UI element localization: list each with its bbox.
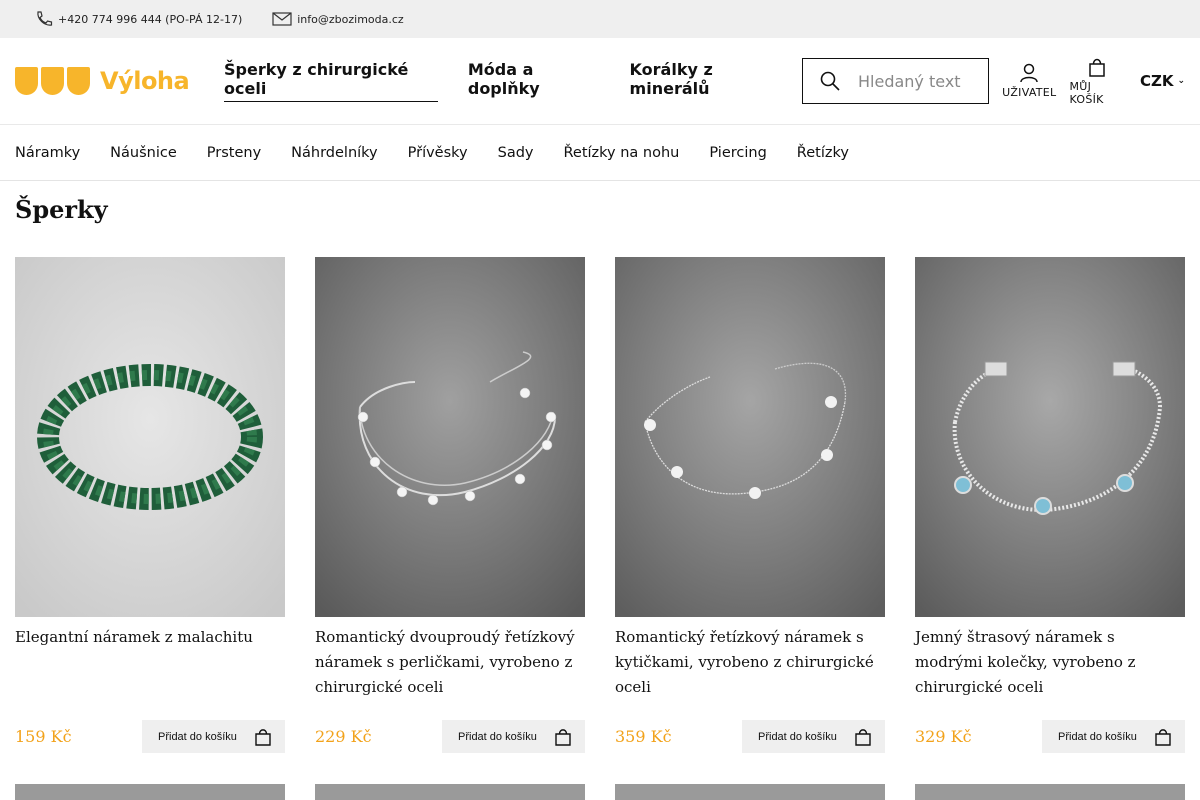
product-image[interactable] bbox=[15, 257, 285, 617]
product-name[interactable]: Romantický dvouproudý řetízkový náramek … bbox=[315, 625, 585, 709]
add-to-cart-button[interactable]: Přidat do košíku bbox=[742, 720, 885, 753]
user-button[interactable]: UŽIVATEL bbox=[1002, 63, 1056, 99]
currency-selector[interactable]: CZK ⌄ bbox=[1140, 72, 1185, 90]
subnav-item-chains[interactable]: Řetízky bbox=[797, 145, 849, 161]
add-to-cart-label: Přidat do košíku bbox=[1058, 730, 1137, 743]
product-card: Romantický řetízkový náramek s kytičkami… bbox=[615, 257, 885, 753]
product-name[interactable]: Elegantní náramek z malachitu bbox=[15, 625, 285, 709]
nav-item-beads[interactable]: Korálky z minerálů bbox=[630, 60, 785, 102]
phone-icon bbox=[37, 11, 53, 26]
product-image[interactable] bbox=[915, 784, 1185, 800]
add-to-cart-label: Přidat do košíku bbox=[158, 730, 237, 743]
add-to-cart-button[interactable]: Přidat do košíku bbox=[142, 720, 285, 753]
cart-button[interactable]: MŮJ KOŠÍK bbox=[1069, 57, 1124, 106]
mail-icon bbox=[272, 12, 292, 26]
logo-mark bbox=[15, 67, 90, 95]
bag-icon bbox=[1155, 728, 1171, 746]
search-input[interactable] bbox=[858, 71, 978, 91]
add-to-cart-button[interactable]: Přidat do košíku bbox=[442, 720, 585, 753]
subnav-item-pendants[interactable]: Přívěsky bbox=[408, 145, 468, 161]
phone-text: +420 774 996 444 (PO-PÁ 12-17) bbox=[58, 12, 243, 26]
product-name[interactable]: Jemný štrasový náramek s modrými kolečky… bbox=[915, 625, 1185, 709]
subnav-item-necklaces[interactable]: Náhrdelníky bbox=[291, 145, 377, 161]
search-icon[interactable] bbox=[820, 71, 840, 91]
logo[interactable]: Výloha bbox=[15, 67, 224, 95]
currency-value: CZK bbox=[1139, 72, 1174, 90]
product-image[interactable] bbox=[315, 784, 585, 800]
subnav-item-sets[interactable]: Sady bbox=[498, 145, 534, 161]
top-bar: +420 774 996 444 (PO-PÁ 12-17) info@zboz… bbox=[0, 0, 1200, 38]
logo-text: Výloha bbox=[100, 67, 190, 95]
bag-icon bbox=[555, 728, 571, 746]
subnav-item-rings[interactable]: Prsteny bbox=[207, 145, 261, 161]
main-nav: Šperky z chirurgické oceli Móda a doplňk… bbox=[224, 60, 785, 102]
bag-icon bbox=[255, 728, 271, 746]
subnav-item-anklets[interactable]: Řetízky na nohu bbox=[564, 145, 680, 161]
product-image[interactable] bbox=[615, 257, 885, 617]
product-price: 359 Kč bbox=[615, 727, 672, 746]
category-nav: Náramky Náušnice Prsteny Náhrdelníky Pří… bbox=[0, 125, 1200, 181]
product-name[interactable]: Romantický řetízkový náramek s kytičkami… bbox=[615, 625, 885, 709]
nav-item-fashion[interactable]: Móda a doplňky bbox=[468, 60, 600, 102]
product-image[interactable] bbox=[15, 784, 285, 800]
subnav-item-bracelets[interactable]: Náramky bbox=[15, 145, 80, 161]
product-card: Romantický dvouproudý řetízkový náramek … bbox=[315, 257, 585, 753]
chevron-down-icon: ⌄ bbox=[1177, 76, 1186, 86]
nav-item-jewelry[interactable]: Šperky z chirurgické oceli bbox=[224, 60, 438, 102]
product-card: Elegantní náramek z malachitu 159 Kč Při… bbox=[15, 257, 285, 753]
product-grid-next-row bbox=[0, 784, 1200, 800]
header: Výloha Šperky z chirurgické oceli Móda a… bbox=[0, 38, 1200, 125]
product-image[interactable] bbox=[315, 257, 585, 617]
email-contact[interactable]: info@zbozimoda.cz bbox=[272, 12, 404, 26]
product-price: 159 Kč bbox=[15, 727, 72, 746]
product-price: 329 Kč bbox=[915, 727, 972, 746]
search-box[interactable] bbox=[802, 58, 990, 104]
add-to-cart-label: Přidat do košíku bbox=[458, 730, 537, 743]
cart-icon bbox=[1089, 58, 1105, 77]
phone-contact[interactable]: +420 774 996 444 (PO-PÁ 12-17) bbox=[35, 11, 242, 27]
cart-label: MŮJ KOŠÍK bbox=[1069, 79, 1104, 106]
user-icon bbox=[1020, 63, 1039, 83]
add-to-cart-label: Přidat do košíku bbox=[758, 730, 837, 743]
subnav-item-earrings[interactable]: Náušnice bbox=[110, 145, 177, 161]
product-price: 229 Kč bbox=[315, 727, 372, 746]
user-label: UŽIVATEL bbox=[1002, 86, 1057, 99]
page-title: Šperky bbox=[15, 195, 108, 224]
product-card: Jemný štrasový náramek s modrými kolečky… bbox=[915, 257, 1185, 753]
product-image[interactable] bbox=[915, 257, 1185, 617]
add-to-cart-button[interactable]: Přidat do košíku bbox=[1042, 720, 1185, 753]
product-image[interactable] bbox=[615, 784, 885, 800]
bag-icon bbox=[855, 728, 871, 746]
product-grid: Elegantní náramek z malachitu 159 Kč Při… bbox=[0, 257, 1200, 753]
email-text: info@zbozimoda.cz bbox=[297, 12, 404, 26]
subnav-item-piercing[interactable]: Piercing bbox=[709, 145, 766, 161]
